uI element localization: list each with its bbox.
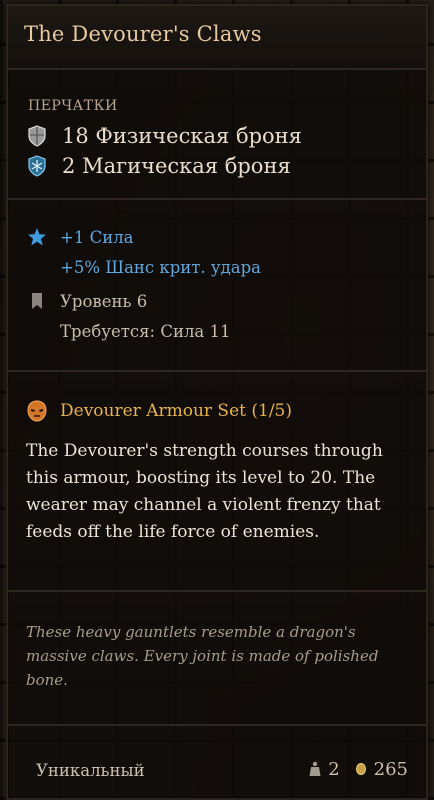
bookmark-icon	[26, 290, 48, 312]
item-weight: 2	[328, 758, 340, 780]
item-requirement: Требуется: Сила 11	[60, 322, 231, 341]
armor-section: ПЕРЧАТКИ 18 Физическая броня 2 Магическа…	[8, 88, 426, 200]
bonuses-section: +1 Сила +5% Шанс крит. удара Уровень 6 Т…	[8, 210, 426, 372]
requirement-row: Требуется: Сила 11	[60, 322, 231, 341]
item-category: ПЕРЧАТКИ	[28, 98, 118, 114]
star-icon	[26, 226, 48, 248]
mask-icon	[26, 400, 48, 422]
item-name: The Devourer's Claws	[24, 22, 262, 46]
magic-armor-value: 2	[62, 154, 76, 178]
set-section: Devourer Armour Set (1/5) The Devourer's…	[8, 382, 426, 592]
shield-icon	[26, 125, 48, 147]
item-tooltip: The Devourer's Claws ПЕРЧАТКИ 18 Физичес…	[6, 4, 428, 800]
coin-icon	[354, 758, 368, 780]
physical-armor-value: 18	[62, 124, 89, 148]
set-title: Devourer Armour Set (1/5)	[60, 401, 292, 421]
flavor-section: These heavy gauntlets resemble a dragon'…	[8, 602, 426, 726]
weight-icon	[308, 758, 322, 780]
physical-armor-row: 18 Физическая броня	[26, 124, 302, 148]
item-value: 265	[373, 758, 408, 780]
crit-bonus-row: +5% Шанс крит. удара	[60, 258, 261, 277]
physical-armor-label: Физическая броня	[95, 124, 302, 148]
flavor-text: These heavy gauntlets resemble a dragon'…	[26, 623, 379, 689]
item-rarity: Уникальный	[36, 761, 145, 780]
magic-armor-row: 2 Магическая броня	[26, 154, 291, 178]
item-level: Уровень 6	[60, 291, 148, 311]
magic-armor-label: Магическая броня	[82, 154, 291, 178]
strength-bonus-row: +1 Сила	[26, 226, 134, 248]
tooltip-header: The Devourer's Claws	[8, 6, 426, 70]
bonus-primary: +1 Сила	[60, 227, 134, 247]
set-description: The Devourer's strength courses through …	[26, 441, 383, 542]
tooltip-footer: Уникальный 2 265	[8, 746, 426, 796]
set-title-row: Devourer Armour Set (1/5)	[26, 400, 292, 422]
bonus-secondary: +5% Шанс крит. удара	[60, 258, 261, 277]
weight-value-group: 2 265	[308, 758, 408, 780]
snowflake-icon	[26, 155, 48, 177]
level-row: Уровень 6	[26, 290, 147, 312]
